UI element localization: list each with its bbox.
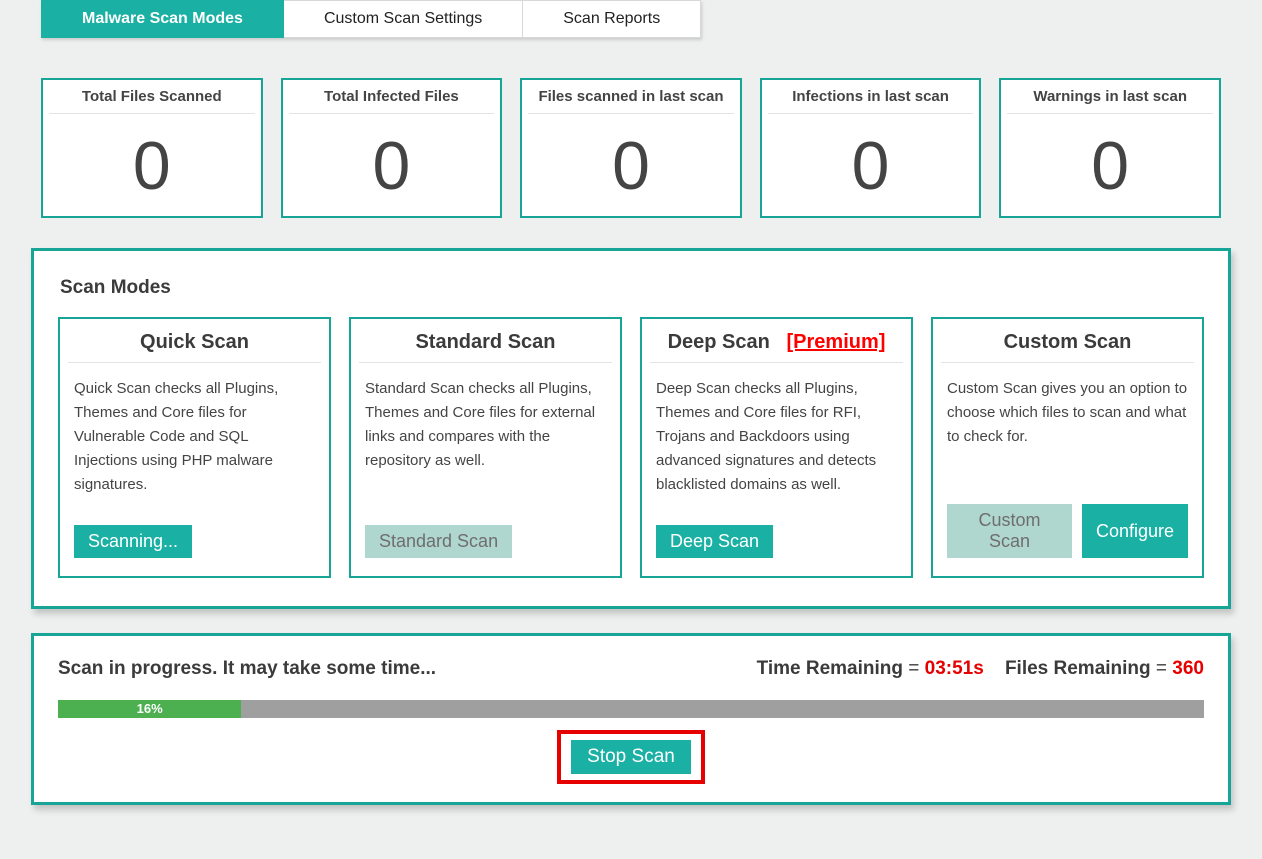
stat-title: Warnings in last scan <box>1007 88 1213 114</box>
mode-description: Quick Scan checks all Plugins, Themes an… <box>74 377 315 497</box>
stat-value: 0 <box>768 132 974 200</box>
premium-link[interactable]: [Premium] <box>787 331 886 353</box>
stat-value: 0 <box>1007 132 1213 200</box>
scan-progress-panel: Scan in progress. It may take some time.… <box>31 633 1231 805</box>
scan-modes-row: Quick Scan Quick Scan checks all Plugins… <box>58 317 1204 578</box>
stat-value: 0 <box>49 132 255 200</box>
progress-stats: Time Remaining = 03:51s Files Remaining … <box>757 658 1204 680</box>
equals-sign: = <box>1156 658 1172 679</box>
mode-description: Standard Scan checks all Plugins, Themes… <box>365 377 606 497</box>
stat-title: Total Files Scanned <box>49 88 255 114</box>
mode-card-deep-scan: Deep Scan [Premium] Deep Scan checks all… <box>640 317 913 578</box>
deep-scan-button[interactable]: Deep Scan <box>656 525 773 558</box>
tab-custom-scan-settings[interactable]: Custom Scan Settings <box>284 0 523 38</box>
stat-title: Total Infected Files <box>289 88 495 114</box>
configure-button[interactable]: Configure <box>1082 504 1188 558</box>
mode-description: Custom Scan gives you an option to choos… <box>947 377 1188 476</box>
files-remaining-label: Files Remaining <box>1005 658 1151 679</box>
mode-card-custom-scan: Custom Scan Custom Scan gives you an opt… <box>931 317 1204 578</box>
stat-value: 0 <box>289 132 495 200</box>
mode-title-text: Custom Scan <box>1004 331 1132 353</box>
mode-title: Custom Scan <box>941 325 1194 363</box>
mode-card-quick-scan: Quick Scan Quick Scan checks all Plugins… <box>58 317 331 578</box>
mode-title-text: Standard Scan <box>415 331 555 353</box>
files-remaining-value: 360 <box>1172 658 1204 679</box>
mode-title: Quick Scan <box>68 325 321 363</box>
mode-title: Standard Scan <box>359 325 612 363</box>
stop-scan-highlight: Stop Scan <box>557 730 705 784</box>
mode-card-standard-scan: Standard Scan Standard Scan checks all P… <box>349 317 622 578</box>
stat-value: 0 <box>528 132 734 200</box>
stop-scan-button[interactable]: Stop Scan <box>571 740 691 774</box>
tab-malware-scan-modes[interactable]: Malware Scan Modes <box>41 0 284 38</box>
stat-total-files-scanned: Total Files Scanned 0 <box>41 78 263 218</box>
mode-title-text: Deep Scan <box>668 331 770 353</box>
time-remaining-value: 03:51 <box>925 658 974 679</box>
standard-scan-button[interactable]: Standard Scan <box>365 525 512 558</box>
progress-message: Scan in progress. It may take some time.… <box>58 658 436 680</box>
stat-files-last-scan: Files scanned in last scan 0 <box>520 78 742 218</box>
stats-row: Total Files Scanned 0 Total Infected Fil… <box>31 78 1231 218</box>
tab-scan-reports[interactable]: Scan Reports <box>523 0 701 38</box>
mode-title: Deep Scan [Premium] <box>650 325 903 363</box>
mode-description: Deep Scan checks all Plugins, Themes and… <box>656 377 897 497</box>
stat-infections-last-scan: Infections in last scan 0 <box>760 78 982 218</box>
progress-fill: 16% <box>58 700 241 718</box>
stat-title: Files scanned in last scan <box>528 88 734 114</box>
custom-scan-button[interactable]: Custom Scan <box>947 504 1072 558</box>
stat-title: Infections in last scan <box>768 88 974 114</box>
scan-modes-panel: Scan Modes Quick Scan Quick Scan checks … <box>31 248 1231 609</box>
stat-total-infected-files: Total Infected Files 0 <box>281 78 503 218</box>
time-remaining-label: Time Remaining <box>757 658 903 679</box>
panel-title: Scan Modes <box>60 277 1204 299</box>
quick-scan-button[interactable]: Scanning... <box>74 525 192 558</box>
progress-bar: 16% <box>58 700 1204 718</box>
equals-sign: = <box>908 658 924 679</box>
mode-title-text: Quick Scan <box>140 331 249 353</box>
tabs-bar: Malware Scan Modes Custom Scan Settings … <box>41 0 701 38</box>
stat-warnings-last-scan: Warnings in last scan 0 <box>999 78 1221 218</box>
time-unit: s <box>973 658 984 679</box>
